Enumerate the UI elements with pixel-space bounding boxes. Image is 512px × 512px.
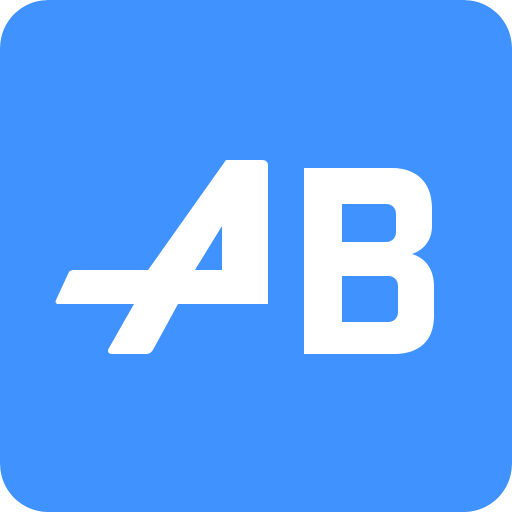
app-icon[interactable]	[0, 0, 512, 512]
logo-letter-b	[304, 168, 434, 354]
ab-logo-icon	[0, 0, 512, 512]
